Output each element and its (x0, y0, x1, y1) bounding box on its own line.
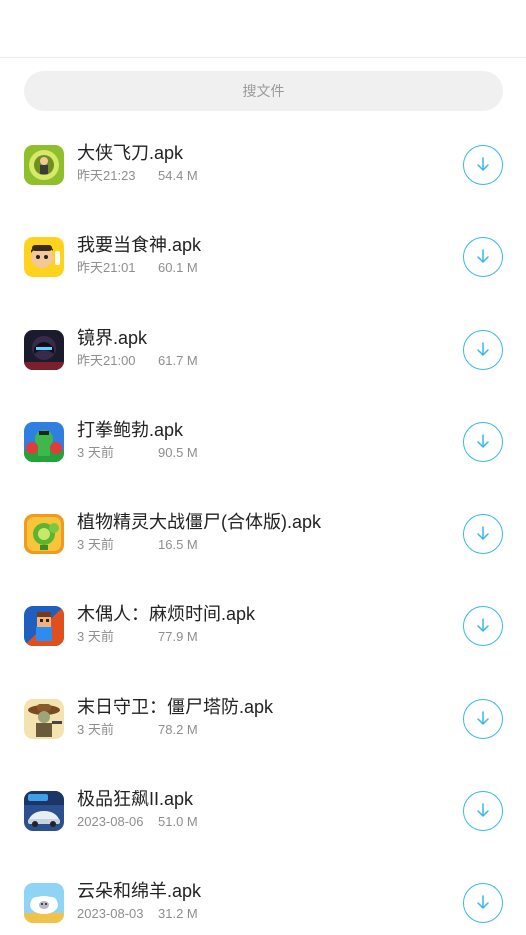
file-name: 打拳鲍勃.apk (77, 419, 184, 440)
file-date: 2023-08-06 (77, 814, 144, 830)
download-arrow-icon (477, 711, 489, 725)
file-size: 16.5 M (158, 537, 198, 553)
file-meta: 2023-08-03 31.2 M (77, 906, 198, 922)
file-date: 3 天前 (77, 537, 114, 553)
file-meta: 昨天21:00 61.7 M (77, 353, 198, 369)
file-date: 昨天21:00 (77, 352, 136, 368)
file-size: 31.2 M (158, 906, 198, 922)
file-date: 昨天21:01 (77, 260, 136, 276)
list-item[interactable]: 植物精灵大战僵尸(合体版).apk 3 天前 16.5 M (0, 487, 526, 579)
download-arrow-icon (477, 526, 489, 540)
mirror-realm-game-icon (24, 329, 64, 370)
boxing-bob-game-icon (24, 421, 64, 462)
download-button[interactable] (463, 514, 503, 555)
download-button[interactable] (463, 606, 503, 647)
file-date: 3 天前 (77, 629, 114, 645)
download-button[interactable] (463, 145, 503, 185)
file-date: 3 天前 (77, 444, 114, 460)
list-item[interactable]: 打拳鲍勃.apk 3 天前 90.5 M (0, 395, 526, 487)
cloud-sheep-game-icon (24, 883, 64, 924)
file-date: 昨天21:23 (77, 168, 136, 183)
file-meta: 3 天前 77.9 M (77, 629, 198, 645)
file-name: 植物精灵大战僵尸(合体版).apk (77, 512, 322, 533)
download-button[interactable] (463, 421, 503, 462)
download-arrow-icon (477, 618, 489, 633)
download-arrow-icon (477, 434, 489, 448)
file-size: 60.1 M (158, 260, 198, 276)
list-item[interactable]: 我要当食神.apk 昨天21:01 60.1 M (0, 210, 526, 302)
file-meta: 3 天前 78.2 M (77, 722, 198, 738)
download-arrow-icon (477, 341, 489, 356)
file-name: 极品狂飙II.apk (77, 789, 194, 810)
list-item[interactable]: 镜界.apk 昨天21:00 61.7 M (0, 303, 526, 395)
download-button[interactable] (463, 329, 503, 370)
file-date: 2023-08-03 (77, 906, 144, 922)
download-arrow-icon (477, 895, 489, 910)
file-name: 木偶人：麻烦时间.apk (77, 604, 256, 625)
file-list: 大侠飞刀.apk 昨天21:23 54.4 M 我要当食神.apk 昨天21:01… (0, 118, 526, 935)
cowboy-zombie-defense-game-icon (24, 698, 64, 739)
download-button[interactable] (463, 791, 503, 832)
file-name: 云朵和绵羊.apk (77, 881, 202, 902)
list-item[interactable]: 极品狂飙II.apk 2023-08-06 51.0 M (0, 764, 526, 856)
file-size: 51.0 M (158, 814, 198, 830)
file-meta: 2023-08-06 51.0 M (77, 814, 198, 830)
download-arrow-icon (477, 803, 489, 817)
file-name: 我要当食神.apk (77, 235, 202, 256)
file-meta: 3 天前 16.5 M (77, 537, 198, 553)
racing-car-game-icon (24, 791, 64, 832)
search-bar[interactable]: 搜文件 (24, 71, 503, 111)
file-name: 镜界.apk (77, 327, 148, 348)
download-button[interactable] (463, 883, 503, 924)
download-button[interactable] (463, 698, 503, 739)
chef-game-icon (24, 237, 64, 278)
download-arrow-icon (477, 249, 489, 264)
plants-vs-zombies-game-icon (24, 514, 64, 555)
file-size: 77.9 M (158, 629, 198, 645)
download-arrow-icon (477, 157, 489, 171)
file-size: 90.5 M (158, 444, 198, 460)
file-name: 大侠飞刀.apk (77, 143, 184, 163)
download-button[interactable] (463, 237, 503, 278)
file-meta: 昨天21:01 60.1 M (77, 260, 198, 276)
puppet-game-icon (24, 606, 64, 647)
list-item[interactable]: 云朵和绵羊.apk 2023-08-03 31.2 M (0, 856, 526, 935)
top-bar (0, 0, 526, 58)
file-date: 3 天前 (77, 721, 114, 737)
file-name: 末日守卫：僵尸塔防.apk (77, 696, 274, 717)
list-item[interactable]: 末日守卫：僵尸塔防.apk 3 天前 78.2 M (0, 672, 526, 764)
file-size: 54.4 M (158, 168, 198, 183)
list-item[interactable]: 木偶人：麻烦时间.apk 3 天前 77.9 M (0, 579, 526, 671)
file-meta: 3 天前 90.5 M (77, 445, 198, 461)
swordsman-game-icon (24, 145, 64, 185)
list-item[interactable]: 大侠飞刀.apk 昨天21:23 54.4 M (0, 118, 526, 210)
file-size: 61.7 M (158, 352, 198, 368)
search-placeholder: 搜文件 (242, 83, 285, 99)
file-size: 78.2 M (158, 721, 198, 737)
file-meta: 昨天21:23 54.4 M (77, 168, 198, 184)
